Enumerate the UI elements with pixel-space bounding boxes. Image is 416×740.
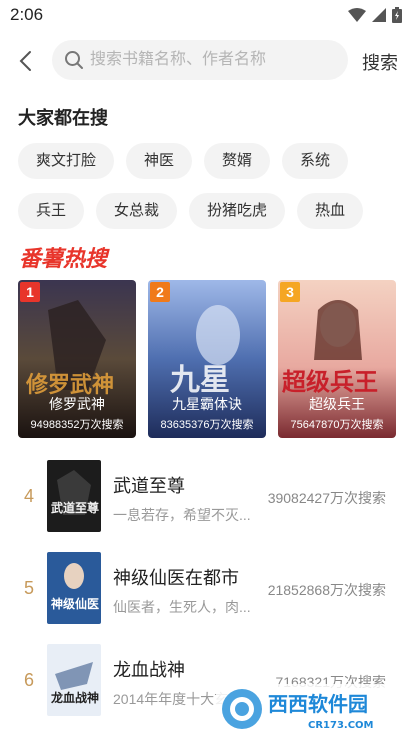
cover-title-art: 龙血战神 — [51, 690, 99, 705]
signal-icon — [372, 8, 386, 22]
search-icon — [65, 51, 83, 69]
ranking-logo-text: 番薯热搜 — [19, 247, 110, 272]
list-title: 武道至尊 — [113, 476, 185, 496]
search-bar: 搜索 — [0, 40, 416, 82]
status-bar: 2:06 — [0, 0, 416, 30]
list-title: 神级仙医在都市 — [113, 568, 239, 588]
list-item[interactable]: 4 武道至尊 武道至尊 一息若存，希望不灭... 39082427万次搜索 — [0, 456, 416, 548]
search-input[interactable] — [90, 40, 340, 80]
hot-search-tags: 爽文打脸 神医 赘婿 系统 兵王 女总裁 扮猪吃虎 热血 — [18, 143, 408, 243]
search-tag[interactable]: 扮猪吃虎 — [189, 193, 286, 229]
top-book-card[interactable]: 九星 2 九星霸体诀 83635376万次搜索 — [148, 280, 266, 438]
list-book-cover: 龙血战神 — [47, 644, 101, 716]
book-name: 修罗武神 — [49, 396, 105, 412]
search-tag[interactable]: 兵王 — [18, 193, 85, 229]
list-desc: 一息若存，希望不灭... — [113, 507, 251, 523]
list-search-count: 39082427万次搜索 — [267, 490, 386, 506]
search-tag[interactable]: 热血 — [297, 193, 364, 229]
list-item[interactable]: 5 神级仙医 神级仙医在都市 仙医者，生死人，肉... 21852868万次搜索 — [0, 548, 416, 640]
hot-searches-title: 大家都在搜 — [18, 108, 108, 128]
search-tag[interactable]: 赘婿 — [204, 143, 271, 179]
top-book-card[interactable]: 超级兵王 3 超级兵王 75647870万次搜索 — [278, 280, 396, 438]
site-watermark: 西西软件园 CR173.COM — [216, 684, 400, 734]
status-icons — [348, 7, 402, 23]
list-rank: 5 — [24, 578, 35, 598]
list-book-cover: 武道至尊 — [47, 460, 101, 532]
rank-badge: 1 — [20, 282, 40, 302]
back-button[interactable] — [14, 48, 38, 74]
book-name: 九星霸体诀 — [172, 396, 242, 412]
book-search-count: 75647870万次搜索 — [290, 419, 384, 431]
watermark-site: 西西软件园 — [268, 692, 368, 716]
book-cover: 九星 — [148, 280, 266, 438]
cover-title-art: 武道至尊 — [51, 500, 99, 515]
search-tag[interactable]: 系统 — [282, 143, 349, 179]
book-search-count: 94988352万次搜索 — [30, 419, 124, 431]
search-box[interactable] — [52, 40, 348, 80]
rank-badge: 3 — [280, 282, 300, 302]
top-books: 修罗武神 1 修罗武神 94988352万次搜索 九星 2 九星霸体诀 8363… — [18, 280, 396, 438]
hot-ranking-logo: 番薯热搜 — [19, 247, 110, 272]
top-book-card[interactable]: 修罗武神 1 修罗武神 94988352万次搜索 — [18, 280, 136, 438]
cover-title-art: 神级仙医 — [51, 596, 99, 611]
wifi-icon — [348, 8, 366, 22]
back-arrow-icon — [19, 51, 31, 71]
search-button[interactable]: 搜索 — [362, 49, 398, 75]
book-cover: 修罗武神 — [18, 280, 136, 438]
cover-title-art: 九星 — [170, 363, 230, 398]
watermark-domain: CR173.COM — [308, 720, 374, 731]
list-desc: 仙医者，生死人，肉... — [113, 599, 251, 615]
search-tag[interactable]: 神医 — [126, 143, 193, 179]
list-search-count: 21852868万次搜索 — [267, 582, 386, 598]
rank-badge: 2 — [150, 282, 170, 302]
list-book-cover: 神级仙医 — [47, 552, 101, 624]
search-tag[interactable]: 女总裁 — [96, 193, 178, 229]
list-title: 龙血战神 — [113, 660, 185, 680]
book-search-count: 83635376万次搜索 — [160, 419, 254, 431]
list-rank: 4 — [24, 486, 35, 506]
cover-title-art: 超级兵王 — [282, 367, 378, 396]
status-time: 2:06 — [10, 5, 44, 24]
book-name: 超级兵王 — [309, 396, 365, 412]
book-cover: 超级兵王 — [278, 280, 396, 438]
list-rank: 6 — [24, 670, 35, 690]
search-tag[interactable]: 爽文打脸 — [18, 143, 115, 179]
battery-icon — [392, 7, 402, 23]
